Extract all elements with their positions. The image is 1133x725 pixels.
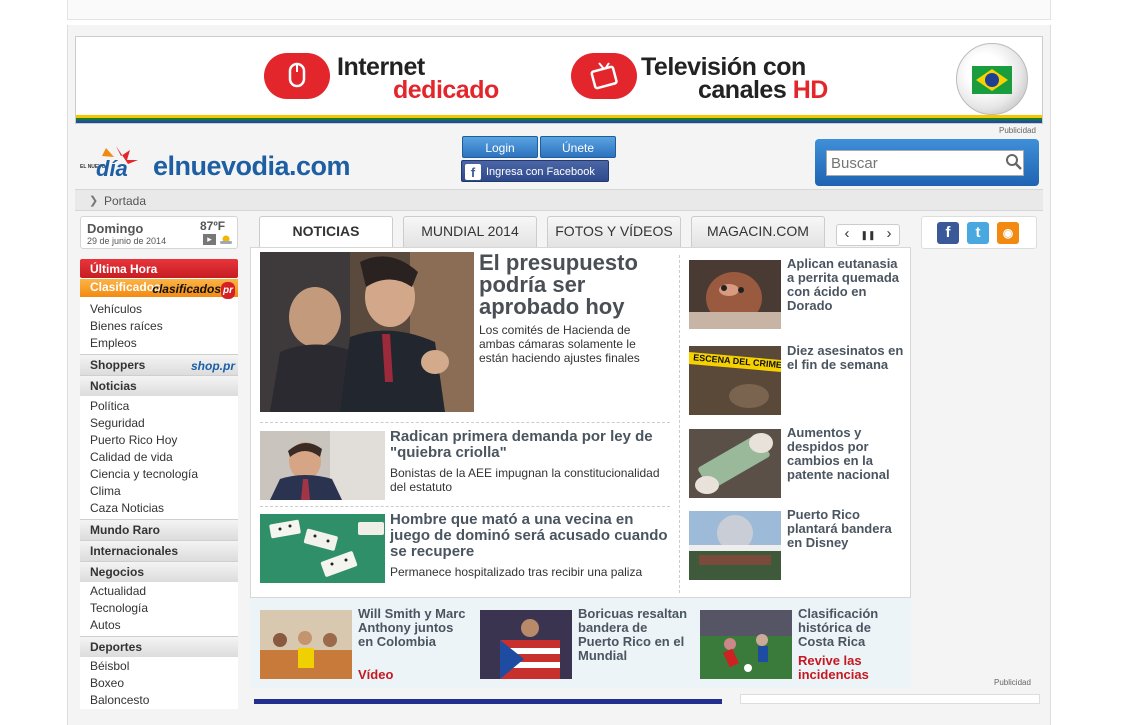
sidebar-item-tecnologia[interactable]: Tecnología	[80, 600, 238, 617]
sidebar-item-ciencia[interactable]: Ciencia y tecnología	[80, 466, 238, 483]
divider	[260, 506, 670, 507]
ad1-line2: dedicado	[393, 76, 499, 104]
side4-image[interactable]	[689, 511, 781, 580]
side2-title[interactable]: Diez asesinatos en el fin de semana	[787, 344, 907, 372]
sidebar-item-bienes-raices[interactable]: Bienes raíces	[80, 318, 238, 335]
side3-title[interactable]: Aumentos y despidos por cambios en la pa…	[787, 426, 907, 482]
side4-title[interactable]: Puerto Rico plantará bandera en Disney	[787, 508, 907, 550]
divider	[260, 422, 670, 423]
side2-image[interactable]: ESCENA DEL CRIMEN	[689, 346, 781, 415]
sidebar-item-boxeo[interactable]: Boxeo	[80, 675, 238, 692]
join-button[interactable]: Únete	[540, 136, 616, 158]
sidebar-item-puerto-rico-hoy[interactable]: Puerto Rico Hoy	[80, 432, 238, 449]
sidebar-clasificados[interactable]: Clasificados clasificados pr	[80, 279, 238, 299]
sidebar-shoppers[interactable]: Shoppers shop.pr	[80, 354, 238, 375]
bottom1-title[interactable]: Will Smith y Marc Anthony juntos en Colo…	[358, 607, 468, 649]
sidebar-item-baloncesto[interactable]: Baloncesto	[80, 692, 238, 709]
sidebar-item-calidad-de-vida[interactable]: Calidad de vida	[80, 449, 238, 466]
bottom1-video-tag[interactable]: Vídeo	[358, 668, 393, 682]
tab-fotos-videos[interactable]: FOTOS Y VÍDEOS	[547, 216, 681, 247]
full-date: 29 de junio de 2014	[87, 236, 167, 246]
search-panel	[815, 139, 1039, 186]
story3-summary: Permanece hospitalizado tras recibir una…	[390, 565, 643, 579]
lead-story-title[interactable]: El presupuesto podría ser aprobado hoy	[479, 252, 669, 318]
sidebar: Última Hora Clasificados clasificados pr …	[80, 259, 238, 709]
banner-stripe	[76, 115, 1042, 123]
sidebar-negocios[interactable]: Negocios	[80, 561, 238, 582]
search-input[interactable]	[826, 150, 1024, 176]
sidebar-item-caza-noticias[interactable]: Caza Noticias	[80, 500, 238, 517]
sidebar-noticias[interactable]: Noticias	[80, 375, 238, 396]
sidebar-deportes[interactable]: Deportes	[80, 636, 238, 657]
breadcrumb: ❯ Portada	[75, 189, 1043, 211]
site-logo[interactable]: elnuevodia.com	[153, 151, 351, 182]
sidebar-item-beisbol[interactable]: Béisbol	[80, 658, 238, 675]
chevron-right-icon: ❯	[89, 195, 99, 207]
banner-ad[interactable]: Internet dedicado Televisión con canales…	[75, 36, 1043, 124]
sidebar-mundo-raro[interactable]: Mundo Raro	[80, 519, 238, 540]
tab-mundial[interactable]: MUNDIAL 2014	[403, 216, 537, 247]
sidebar-item-actualidad[interactable]: Actualidad	[80, 583, 238, 600]
side1-title[interactable]: Aplican eutanasia a perrita quemada con …	[787, 257, 907, 313]
social-links: f t ◉	[921, 216, 1037, 249]
story2-summary: Bonistas de la AEE impugnan la constituc…	[390, 466, 660, 494]
tab-noticias[interactable]: NOTICIAS	[259, 216, 393, 248]
play-icon[interactable]: ▸	[203, 234, 216, 245]
sidebar-ultima-hora[interactable]: Última Hora	[80, 259, 238, 278]
bottom2-title[interactable]: Boricuas resaltan bandera de Puerto Rico…	[578, 607, 688, 663]
login-button[interactable]: Login	[462, 136, 538, 158]
pause-icon[interactable]: ❚❚	[858, 230, 878, 241]
tab-magacin[interactable]: MAGACIN.COM	[691, 216, 825, 247]
sidebar-item-clima[interactable]: Clima	[80, 483, 238, 500]
story2-image[interactable]	[260, 431, 385, 500]
bottom2-image[interactable]	[480, 610, 572, 679]
facebook-icon: f	[465, 164, 481, 180]
story3-title[interactable]: Hombre que mató a una vecina en juego de…	[390, 512, 670, 560]
search-icon[interactable]	[1005, 153, 1023, 171]
bottom1-image[interactable]	[260, 610, 352, 679]
lead-story-image[interactable]	[260, 252, 474, 412]
side3-image[interactable]	[689, 429, 781, 498]
story3-image[interactable]	[260, 514, 385, 583]
story2-title[interactable]: Radican primera demanda por ley de "quie…	[390, 429, 670, 461]
sidebar-item-autos[interactable]: Autos	[80, 617, 238, 634]
ad-label: Publicidad	[999, 126, 1036, 135]
bottom3-image[interactable]	[700, 610, 792, 679]
svg-text:día: día	[96, 156, 128, 180]
clasificados-logo: clasificados pr	[152, 281, 235, 299]
facebook-login-button[interactable]: f Ingresa con Facebook	[461, 160, 609, 182]
breadcrumb-home[interactable]: Portada	[104, 194, 146, 208]
column-divider	[679, 255, 680, 593]
chevron-left-icon[interactable]: ‹	[837, 225, 857, 242]
sidebar-item-politica[interactable]: Política	[80, 398, 238, 415]
ad2-line2: canales HD	[698, 76, 828, 104]
bottom3-live-tag[interactable]: Revive las incidencias	[798, 654, 908, 682]
ad-label-right: Publicidad	[994, 678, 1031, 687]
logo-mark[interactable]: EL NUEVO día	[78, 144, 154, 181]
sidebar-internacionales[interactable]: Internacionales	[80, 540, 238, 561]
side1-image[interactable]	[689, 260, 781, 329]
date-weather-box: Domingo 29 de junio de 2014 87ºF ▸	[80, 216, 238, 249]
shoppers-logo: shop.pr	[191, 359, 235, 373]
sidebar-item-seguridad[interactable]: Seguridad	[80, 415, 238, 432]
tv-icon	[571, 53, 637, 99]
lead-story-summary: Los comités de Hacienda de ambas cámaras…	[479, 323, 640, 365]
rss-icon[interactable]: ◉	[997, 222, 1019, 244]
soccer-ball-image	[956, 43, 1028, 115]
bottom3-title[interactable]: Clasificación histórica de Costa Rica	[798, 607, 908, 649]
bottom-bar	[254, 699, 722, 704]
twitter-icon[interactable]: t	[967, 222, 989, 244]
top-strip	[67, 0, 1051, 20]
weather-sun-icon	[220, 235, 232, 244]
mouse-icon	[264, 53, 330, 99]
facebook-icon[interactable]: f	[937, 222, 959, 244]
carousel-controls: ‹ ❚❚ ›	[836, 224, 900, 246]
sidebar-item-vehiculos[interactable]: Vehículos	[80, 301, 238, 318]
sidebar-item-empleos[interactable]: Empleos	[80, 335, 238, 352]
chevron-right-icon[interactable]: ›	[879, 225, 899, 242]
temperature: 87ºF	[200, 219, 226, 233]
day-name: Domingo	[87, 221, 144, 236]
right-ad-box	[740, 694, 1040, 704]
